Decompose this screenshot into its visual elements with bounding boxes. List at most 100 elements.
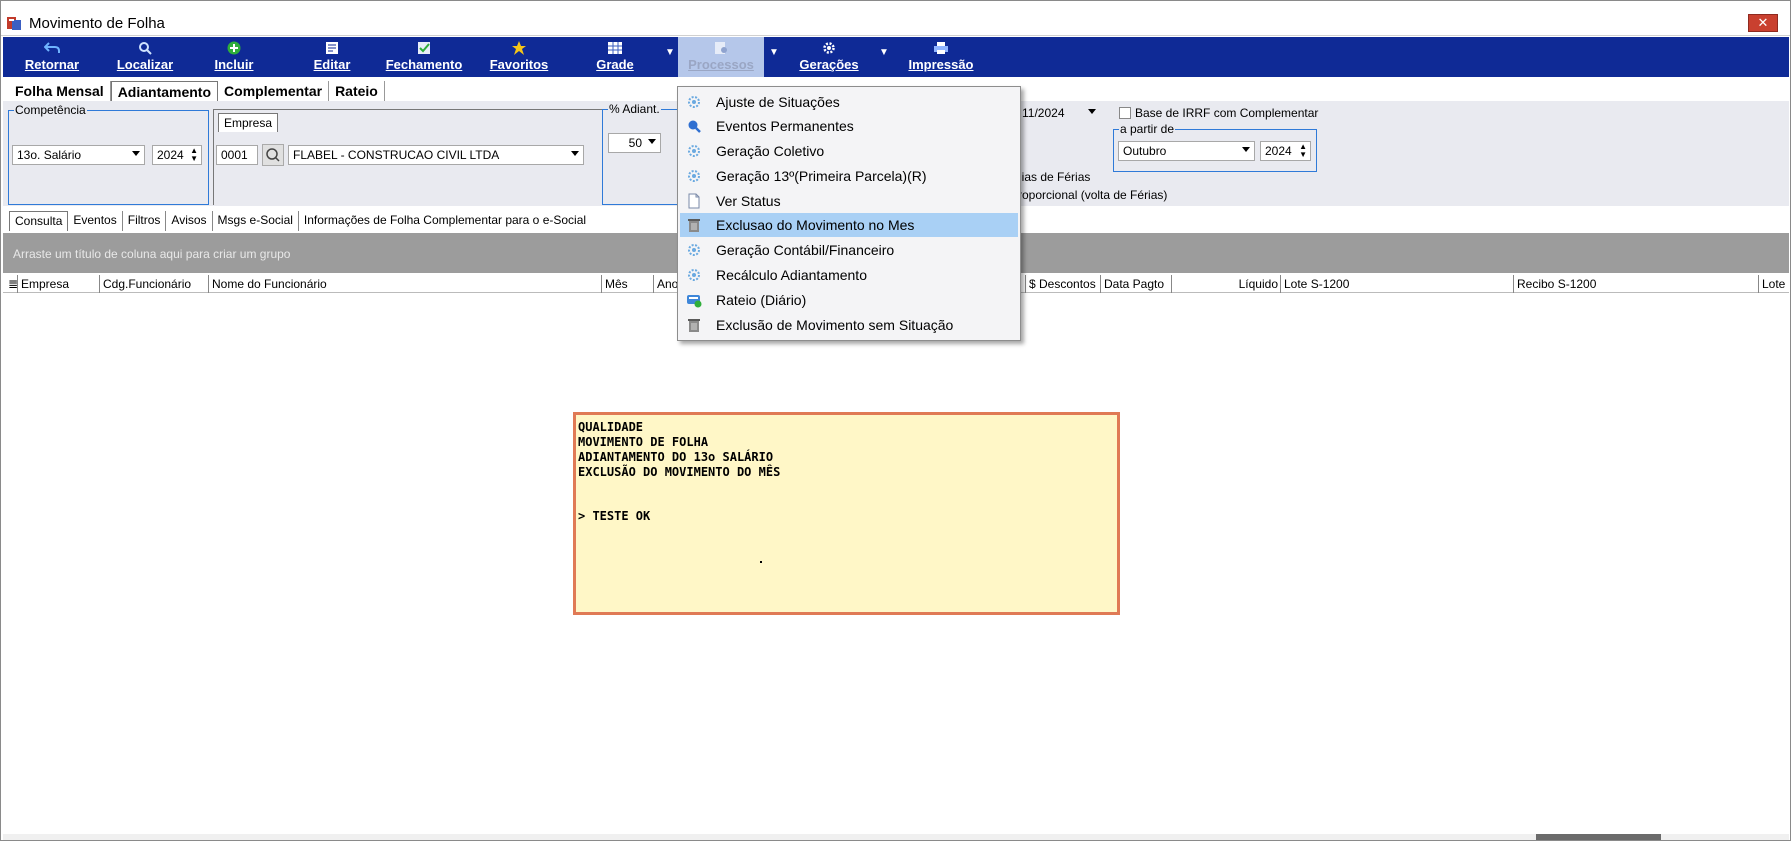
irrf-checkbox[interactable] <box>1119 107 1131 119</box>
title-bar: Movimento de Folha ✕ <box>1 9 1790 36</box>
gear-icon <box>688 269 700 281</box>
tab-eventos[interactable]: Eventos <box>68 211 123 231</box>
tab-avisos[interactable]: Avisos <box>166 211 213 231</box>
col-cdg-funcionario[interactable]: Cdg.Funcionário <box>99 275 209 293</box>
adiant-percent-select[interactable]: 50 <box>608 133 661 153</box>
grade-button[interactable]: Grade <box>585 37 645 77</box>
tab-folha-mensal[interactable]: Folha Mensal <box>9 81 111 101</box>
back-icon <box>44 42 60 53</box>
favoritos-button[interactable]: Favoritos <box>483 37 555 77</box>
menu-item-eventos-permanentes[interactable]: Eventos Permanentes <box>680 114 1018 138</box>
col-lote-s1200[interactable]: Lote S-1200 <box>1280 275 1514 293</box>
empresa-codigo-input[interactable]: 0001 <box>216 145 258 165</box>
incluir-button[interactable]: Incluir <box>199 37 269 77</box>
gear-icon <box>688 170 700 182</box>
editar-button[interactable]: Editar <box>297 37 367 77</box>
col-recibo-s1200[interactable]: Recibo S-1200 <box>1513 275 1759 293</box>
a-partir-de-group: a partir de Outubro 2024 ▲ ▼ <box>1113 122 1317 172</box>
col-descontos[interactable]: $ Descontos <box>1025 275 1101 293</box>
menu-item-ver-status[interactable]: Ver Status <box>680 189 1018 213</box>
data-select[interactable]: 11/2024 <box>1018 104 1100 124</box>
col-liquido[interactable]: Líquido <box>1171 275 1281 293</box>
processos-button[interactable]: Processos <box>678 37 764 77</box>
menu-item-exclusao-sem-situacao[interactable]: Exclusão de Movimento sem Situação <box>680 313 1018 337</box>
empresa-nome-select[interactable]: FLABEL - CONSTRUCAO CIVIL LTDA <box>288 145 584 165</box>
geracoes-dropdown-caret[interactable]: ▼ <box>879 47 889 58</box>
tab-adiantamento[interactable]: Adiantamento <box>110 81 219 101</box>
main-tabs: Folha Mensal Adiantamento Complementar R… <box>9 81 385 101</box>
tab-msgs-esocial[interactable]: Msgs e-Social <box>213 211 299 231</box>
gear-icon <box>688 244 700 256</box>
menu-item-rateio-diario[interactable]: Rateio (Diário) <box>680 288 1018 312</box>
gear-icon <box>688 96 700 108</box>
sub-tabs: Consulta Eventos Filtros Avisos Msgs e-S… <box>9 211 591 231</box>
col-lote[interactable]: Lote <box>1758 275 1789 293</box>
empresa-tab[interactable]: Empresa <box>218 113 279 132</box>
note-dot <box>760 561 762 563</box>
document-icon <box>688 193 700 209</box>
col-empresa[interactable]: Empresa <box>17 275 99 293</box>
check-doc-icon <box>418 42 430 54</box>
col-nome-funcionario[interactable]: Nome do Funcionário <box>208 275 602 293</box>
adiant-group: % Adiant. 50 <box>602 102 680 205</box>
tab-rateio[interactable]: Rateio <box>329 81 385 101</box>
trash-icon <box>688 319 700 332</box>
competencia-tipo-select[interactable]: 13o. Salário <box>12 145 145 165</box>
col-mes[interactable]: Mês <box>601 275 653 293</box>
edit-icon <box>326 42 338 54</box>
gear-icon <box>823 42 835 54</box>
adiant-label: % Adiant. <box>608 102 661 116</box>
a-partir-mes-select[interactable]: Outubro <box>1118 141 1255 161</box>
ferias-proporcional-text: roporcional (volta de Férias) <box>1018 188 1168 202</box>
irrf-checkbox-label: Base de IRRF com Complementar <box>1135 106 1319 120</box>
empresa-group: Empresa 0001 FLABEL - CONSTRUCAO CIVIL L… <box>213 109 603 205</box>
gear-icon <box>688 145 700 157</box>
competencia-group: Competência 13o. Salário 2024 ▲ ▼ <box>8 103 209 205</box>
menu-item-recalculo-adiantamento[interactable]: Recálculo Adiantamento <box>680 263 1018 287</box>
menu-item-geracao-contabil-financeiro[interactable]: Geração Contábil/Financeiro <box>680 238 1018 262</box>
horizontal-scrollbar[interactable] <box>3 834 1789 840</box>
search-icon <box>139 42 152 55</box>
menu-item-geracao-coletivo[interactable]: Geração Coletivo <box>680 139 1018 163</box>
impressao-button[interactable]: Impressão <box>901 37 981 77</box>
geracoes-button[interactable]: Gerações <box>791 37 867 77</box>
process-icon <box>715 42 727 54</box>
localizar-button[interactable]: Localizar <box>107 37 183 77</box>
grade-dropdown-caret[interactable]: ▼ <box>665 47 675 58</box>
spinner-arrows-icon[interactable]: ▲ ▼ <box>190 147 198 163</box>
menu-item-geracao-13-primeira-parcela[interactable]: Geração 13º(Primeira Parcela)(R) <box>680 164 1018 188</box>
plus-icon <box>227 41 241 55</box>
processos-menu: Ajuste de Situações Eventos Permanentes … <box>677 86 1021 341</box>
search-icon <box>266 148 280 162</box>
window-title: Movimento de Folha <box>29 15 165 32</box>
ferias-dias-text: dias de Férias <box>1015 170 1091 184</box>
retornar-button[interactable]: Retornar <box>17 37 87 77</box>
close-button[interactable]: ✕ <box>1748 14 1778 32</box>
fechamento-button[interactable]: Fechamento <box>379 37 469 77</box>
a-partir-de-label: a partir de <box>1119 122 1176 136</box>
scrollbar-thumb[interactable] <box>1536 834 1661 840</box>
competencia-label: Competência <box>14 103 87 117</box>
toolbar: Retornar Localizar Incluir Editar Fecham… <box>3 37 1789 77</box>
tab-consulta[interactable]: Consulta <box>9 211 69 231</box>
app-window: Movimento de Folha ✕ Retornar Localizar … <box>0 0 1791 841</box>
col-ano[interactable]: Ano <box>653 275 679 293</box>
competencia-ano-spinner[interactable]: 2024 ▲ ▼ <box>152 145 202 165</box>
spinner-arrows-icon[interactable]: ▲ ▼ <box>1299 143 1307 159</box>
rateio-icon <box>687 295 702 308</box>
printer-icon <box>934 42 948 54</box>
grid-icon <box>608 42 622 54</box>
empresa-search-button[interactable] <box>262 144 284 166</box>
star-icon <box>512 41 526 55</box>
tab-filtros[interactable]: Filtros <box>123 211 167 231</box>
a-partir-ano-spinner[interactable]: 2024 ▲ ▼ <box>1260 141 1311 161</box>
qa-note: QUALIDADE MOVIMENTO DE FOLHA ADIANTAMENT… <box>573 412 1120 615</box>
tab-complementar[interactable]: Complementar <box>218 81 330 101</box>
trash-icon <box>688 219 700 232</box>
processos-dropdown-caret[interactable]: ▼ <box>769 47 779 58</box>
col-data-pagto[interactable]: Data Pagto <box>1100 275 1172 293</box>
app-icon <box>7 17 21 30</box>
menu-item-ajuste-situacoes[interactable]: Ajuste de Situações <box>680 90 1018 114</box>
tab-info-complementar[interactable]: Informações de Folha Complementar para o… <box>299 211 591 231</box>
menu-item-exclusao-movimento-mes[interactable]: Exclusao do Movimento no Mes <box>680 213 1018 237</box>
